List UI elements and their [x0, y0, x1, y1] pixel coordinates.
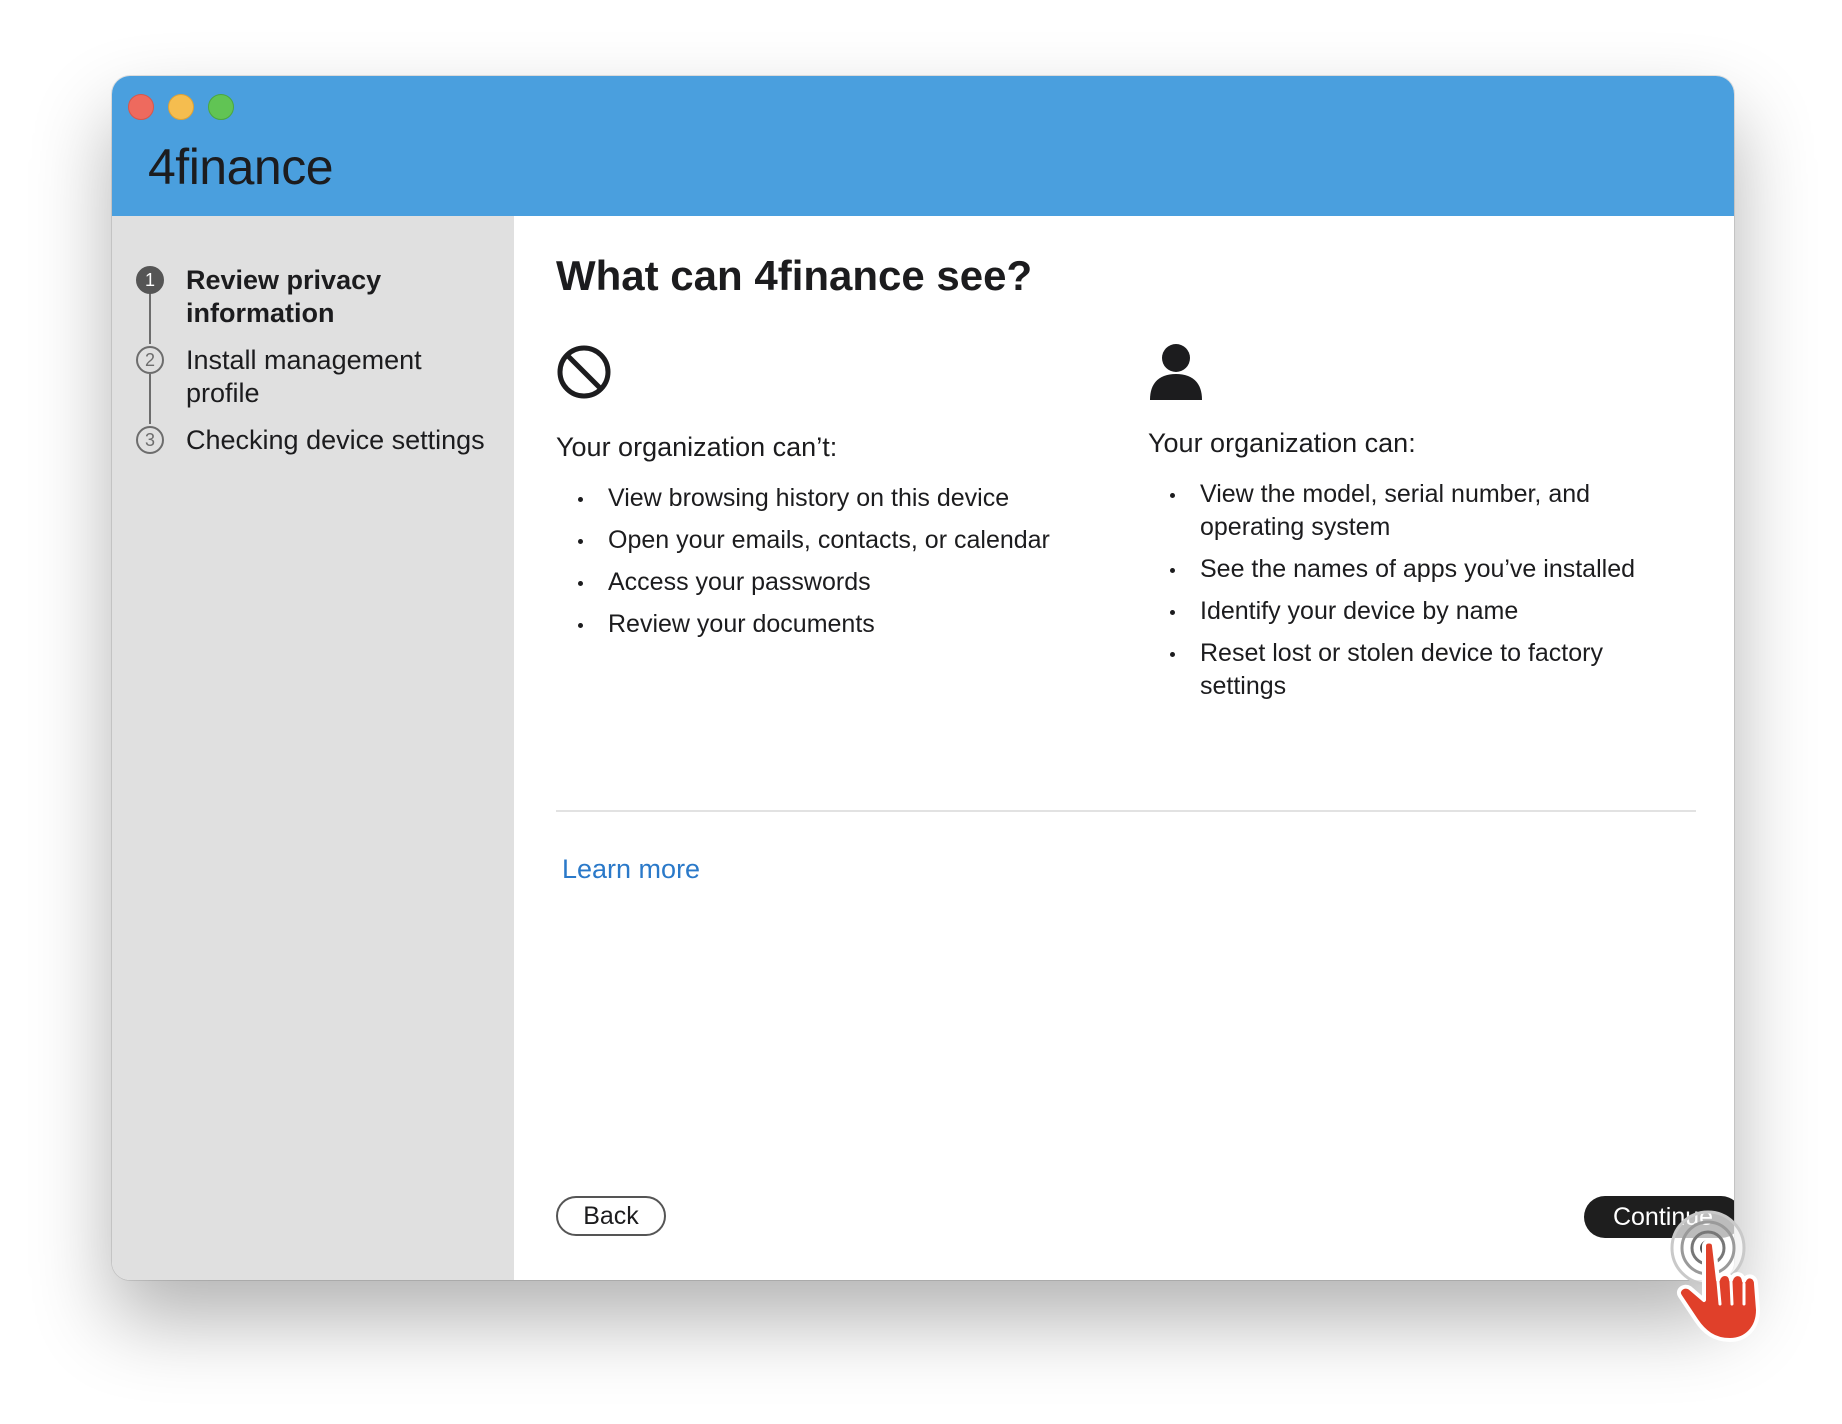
- pointer-hand-icon: [1670, 1210, 1760, 1342]
- can-list: View the model, serial number, and opera…: [1148, 478, 1688, 712]
- prohibited-icon: [557, 345, 611, 399]
- page-title: What can 4finance see?: [556, 252, 1033, 299]
- zoom-window-button[interactable]: [208, 94, 234, 120]
- can-section-title: Your organization can:: [1148, 428, 1416, 458]
- back-button[interactable]: Back: [556, 1196, 666, 1236]
- person-icon: [1150, 344, 1202, 400]
- app-window: 4finance 1 Review privacy information 2 …: [112, 76, 1734, 1280]
- step-label: Review privacy information: [186, 265, 382, 328]
- list-item: Open your emails, contacts, or calendar: [556, 524, 1096, 557]
- cant-section-title: Your organization can’t:: [556, 432, 838, 462]
- cant-list: View browsing history on this device Ope…: [556, 482, 1096, 650]
- step-label: Install management profile: [186, 345, 422, 408]
- main-content: What can 4finance see? Your organization…: [514, 216, 1734, 1280]
- list-item: Access your passwords: [556, 566, 1096, 599]
- list-item: View the model, serial number, and opera…: [1148, 478, 1688, 544]
- step-connector: [149, 290, 151, 344]
- list-item: Identify your device by name: [1148, 595, 1688, 628]
- step-connector: [149, 374, 151, 424]
- list-item: Review your documents: [556, 608, 1096, 641]
- list-item: View browsing history on this device: [556, 482, 1096, 515]
- minimize-window-button[interactable]: [168, 94, 194, 120]
- app-title: 4finance: [148, 139, 334, 195]
- step-number-badge: 2: [136, 346, 164, 374]
- list-item: See the names of apps you’ve installed: [1148, 553, 1688, 586]
- section-divider: [556, 810, 1696, 812]
- list-item: Reset lost or stolen device to factory s…: [1148, 637, 1688, 703]
- step-number-badge: 1: [136, 266, 164, 294]
- title-bar: 4finance: [112, 76, 1734, 216]
- step-label: Checking device settings: [186, 425, 485, 455]
- learn-more-link[interactable]: Learn more: [562, 854, 700, 885]
- step-number-badge: 3: [136, 426, 164, 454]
- steps-sidebar: 1 Review privacy information 2 Install m…: [112, 216, 514, 1280]
- close-window-button[interactable]: [128, 94, 154, 120]
